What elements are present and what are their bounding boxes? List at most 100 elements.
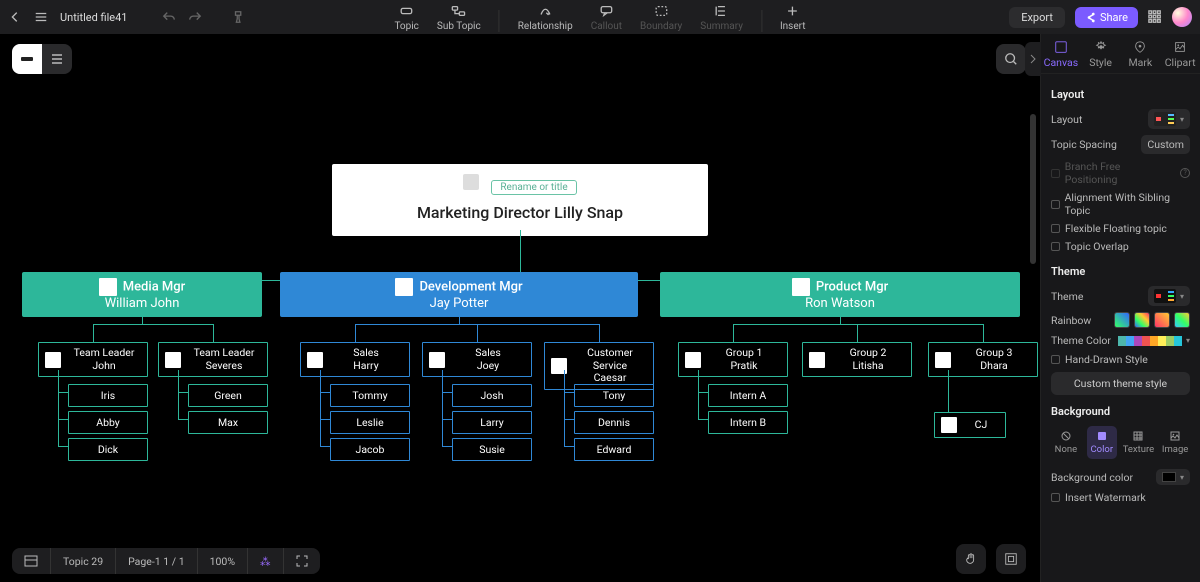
team-node[interactable]: Group 3Dhara: [928, 342, 1038, 377]
panel-tab-mark[interactable]: Mark: [1121, 34, 1161, 73]
connector-line: [93, 324, 213, 325]
connector-line: [178, 370, 179, 372]
export-button[interactable]: Export: [1009, 7, 1065, 28]
tool-subtopic[interactable]: Sub Topic: [437, 3, 481, 32]
rainbow-swatch-3[interactable]: [1174, 312, 1190, 328]
connector-line: [733, 324, 734, 342]
connector-line: [733, 324, 983, 325]
leaf-node[interactable]: Abby: [68, 411, 148, 434]
topic-spacing-selector[interactable]: Custom: [1141, 135, 1190, 154]
rainbow-swatch-1[interactable]: [1134, 312, 1150, 328]
leaf-node[interactable]: Green: [188, 384, 268, 407]
leaf-node[interactable]: Tony: [574, 384, 654, 407]
connector-line: [442, 392, 452, 393]
bg-option-color[interactable]: Color: [1087, 426, 1117, 459]
section-layout-title: Layout: [1051, 88, 1190, 101]
leaf-node[interactable]: Edward: [574, 438, 654, 461]
leaf-node[interactable]: Leslie: [330, 411, 410, 434]
hand-tool-icon[interactable]: [956, 544, 986, 574]
leaf-node[interactable]: CJ: [934, 412, 1006, 438]
connector-line: [599, 324, 600, 342]
panel-tab-canvas[interactable]: Canvas: [1041, 34, 1081, 73]
format-painter-icon[interactable]: [232, 10, 246, 24]
connector-line: [948, 370, 949, 412]
team-node[interactable]: SalesHarry: [300, 342, 410, 377]
status-page[interactable]: Page-1 1 / 1: [116, 548, 198, 574]
connector-line: [459, 324, 460, 325]
leaf-node[interactable]: Iris: [68, 384, 148, 407]
bg-option-image[interactable]: Image: [1160, 426, 1190, 459]
option-alignment-with-sibling-topic[interactable]: Alignment With Sibling Topic: [1051, 191, 1190, 217]
connector-line: [93, 324, 94, 342]
status-topic[interactable]: Topic 29: [51, 548, 116, 574]
ai-icon[interactable]: ⁂: [248, 548, 284, 574]
leaf-node[interactable]: Intern B: [708, 411, 788, 434]
apps-grid-icon[interactable]: [1148, 10, 1162, 24]
connector-line: [58, 370, 59, 446]
tool-insert[interactable]: Insert: [780, 3, 806, 32]
option-flexible-floating-topic[interactable]: Flexible Floating topic: [1051, 222, 1190, 235]
connector-line: [58, 419, 68, 420]
leaf-node[interactable]: Josh: [452, 384, 532, 407]
connector-line: [320, 419, 330, 420]
fullscreen-icon[interactable]: [284, 548, 320, 574]
bg-option-texture[interactable]: Texture: [1123, 426, 1154, 459]
custom-theme-button[interactable]: Custom theme style: [1051, 372, 1190, 395]
leaf-node[interactable]: Jacob: [330, 438, 410, 461]
redo-icon[interactable]: [188, 10, 202, 24]
connector-line: [442, 419, 452, 420]
leaf-node[interactable]: Larry: [452, 411, 532, 434]
status-zoom[interactable]: 100%: [198, 548, 248, 574]
panel-collapse-handle[interactable]: [1025, 42, 1041, 76]
connector-line: [564, 446, 574, 447]
bg-option-none[interactable]: None: [1051, 426, 1081, 459]
background-color-picker[interactable]: ▾: [1156, 469, 1190, 485]
tool-topic[interactable]: Topic: [394, 3, 418, 32]
connector-line: [58, 446, 68, 447]
panel-tab-style[interactable]: Style: [1081, 34, 1121, 73]
layout-selector[interactable]: ▾: [1148, 109, 1190, 129]
leaf-node[interactable]: Tommy: [330, 384, 410, 407]
team-node[interactable]: Group 1Pratik: [678, 342, 788, 377]
leaf-node[interactable]: Max: [188, 411, 268, 434]
theme-color-picker[interactable]: [1118, 336, 1182, 346]
tool-callout: Callout: [591, 3, 622, 32]
leaf-node[interactable]: Dick: [68, 438, 148, 461]
hand-drawn-checkbox[interactable]: Hand-Drawn Style: [1051, 353, 1190, 366]
team-node[interactable]: Group 2Litisha: [802, 342, 912, 377]
panel-tab-clipart[interactable]: Clipart: [1160, 34, 1200, 73]
leaf-node[interactable]: Susie: [452, 438, 532, 461]
team-node[interactable]: SalesJoey: [422, 342, 532, 377]
team-node[interactable]: Team LeaderJohn: [38, 342, 148, 377]
vertical-scrollbar[interactable]: [1030, 114, 1036, 264]
insert-watermark-checkbox[interactable]: Insert Watermark: [1051, 491, 1190, 504]
team-node[interactable]: Team LeaderSeveres: [158, 342, 268, 377]
tool-boundary: Boundary: [640, 3, 682, 32]
connector-line: [698, 419, 708, 420]
connector-line: [442, 446, 452, 447]
connector-line: [857, 324, 858, 342]
rainbow-swatch-2[interactable]: [1154, 312, 1170, 328]
undo-icon[interactable]: [162, 10, 176, 24]
leaf-node[interactable]: Intern A: [708, 384, 788, 407]
tool-summary: Summary: [700, 3, 743, 32]
theme-selector[interactable]: ▾: [1148, 286, 1190, 306]
root-node[interactable]: Rename or titleMarketing Director Lilly …: [332, 164, 708, 236]
rainbow-swatch-0[interactable]: [1114, 312, 1130, 328]
topic-spacing-label: Topic Spacing: [1051, 138, 1117, 151]
user-avatar[interactable]: [1172, 7, 1192, 27]
option-topic-overlap[interactable]: Topic Overlap: [1051, 240, 1190, 253]
fit-view-icon[interactable]: [996, 544, 1026, 574]
back-icon[interactable]: [8, 10, 22, 24]
file-name[interactable]: Untitled file41: [60, 11, 128, 24]
outline-toggle-icon[interactable]: [12, 548, 51, 574]
team-node[interactable]: Customer ServiceCaesar: [544, 342, 654, 390]
share-button[interactable]: Share: [1075, 7, 1138, 28]
option-branch-free-positioning: Branch Free Positioning?: [1051, 160, 1190, 186]
rainbow-label: Rainbow: [1051, 314, 1091, 327]
menu-icon[interactable]: [34, 10, 48, 24]
connector-line: [564, 392, 574, 393]
connector-line: [58, 392, 68, 393]
leaf-node[interactable]: Dennis: [574, 411, 654, 434]
tool-relationship[interactable]: Relationship: [518, 3, 573, 32]
